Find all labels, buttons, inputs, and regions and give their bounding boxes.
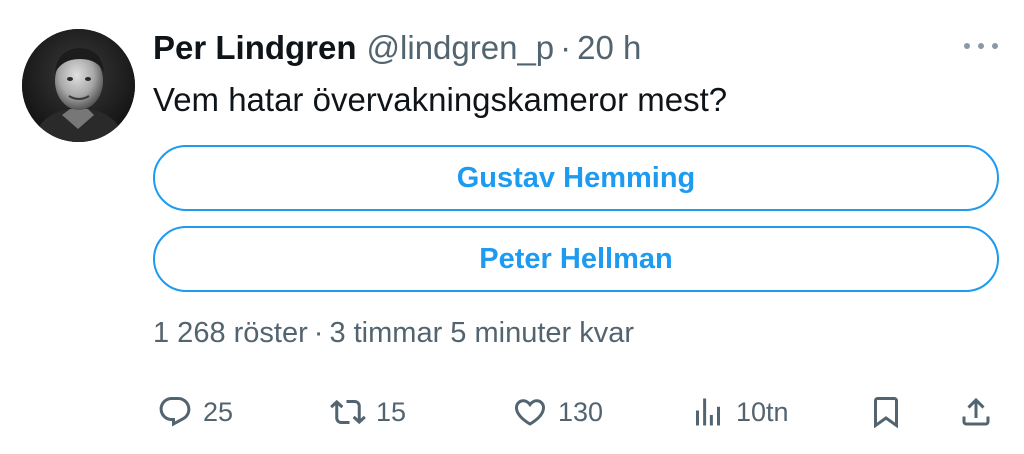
retweet-button[interactable]: 15	[330, 388, 406, 436]
tweet-text: Vem hatar övervakningskameror mest?	[153, 81, 728, 118]
tweet-timestamp[interactable]: 20 h	[577, 29, 641, 67]
more-dots-icon	[992, 43, 998, 49]
reply-count: 25	[203, 396, 234, 427]
retweet-arrows-icon	[330, 399, 366, 425]
more-dots-icon	[964, 43, 970, 49]
heart-icon	[514, 399, 546, 426]
poll-vote-count: 1 268 röster	[153, 317, 308, 349]
poll-footer: 1 268 röster · 3 timmar 5 minuter kvar	[153, 313, 634, 353]
views-count: 10tn	[736, 396, 789, 427]
like-button[interactable]: 130	[512, 388, 603, 436]
tweet-header: Per Lindgren @lindgren_p · 20 h	[153, 26, 641, 70]
action-bar: 25 15 130 10tn	[0, 388, 1024, 436]
like-count: 130	[558, 396, 604, 427]
retweet-count: 15	[376, 396, 407, 427]
tweet-card[interactable]: Per Lindgren @lindgren_p · 20 h Vem hata…	[0, 0, 1024, 454]
poll-option-2[interactable]: Peter Hellman	[153, 226, 999, 292]
views-button[interactable]: 10tn	[690, 388, 789, 436]
poll-option-1[interactable]: Gustav Hemming	[153, 145, 999, 211]
reply-bubble-icon	[159, 397, 191, 427]
views-bar-chart-icon	[696, 398, 720, 426]
reply-button[interactable]: 25	[157, 388, 233, 436]
bookmark-button[interactable]	[868, 388, 904, 436]
avatar[interactable]	[22, 29, 135, 142]
poll-footer-separator: ·	[313, 317, 324, 349]
author-name[interactable]: Per Lindgren	[153, 29, 357, 67]
bookmark-icon	[874, 397, 898, 429]
more-dots-icon	[978, 43, 984, 49]
poll-option-label: Peter Hellman	[479, 242, 673, 275]
avatar-photo	[22, 29, 135, 142]
poll-time-remaining: 3 timmar 5 minuter kvar	[329, 317, 635, 349]
header-separator: ·	[560, 29, 572, 66]
poll-option-label: Gustav Hemming	[456, 161, 696, 194]
more-button[interactable]	[964, 36, 998, 56]
share-button[interactable]	[958, 388, 994, 436]
author-handle[interactable]: @lindgren_p	[367, 29, 555, 67]
share-upload-icon	[962, 397, 990, 426]
